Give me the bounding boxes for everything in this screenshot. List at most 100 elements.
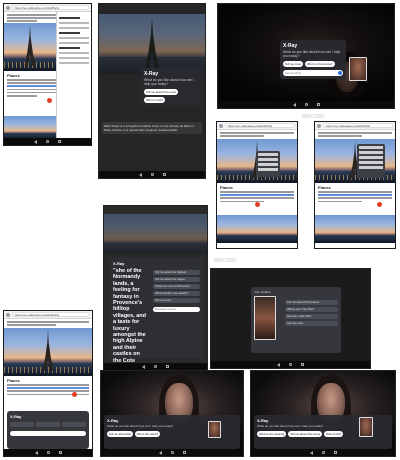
product-thumbnail[interactable]	[349, 57, 367, 81]
suggestion-chip[interactable]: Who's this actor?	[134, 431, 161, 437]
send-icon[interactable]	[338, 71, 342, 75]
screen-browser-menu-a: https://en.wikipedia.org/wiki/Paris Plac…	[216, 121, 298, 249]
xray-input[interactable]: Ask anything	[283, 70, 343, 76]
article-text	[7, 79, 57, 98]
back-nav-icon[interactable]	[277, 362, 280, 367]
xray-subtitle: What do you like about how can I help yo…	[144, 78, 194, 86]
suggestion-item[interactable]: Tell me more	[153, 298, 200, 303]
context-menu	[357, 144, 385, 178]
xray-panel: Your clothes Tell me about this product …	[251, 287, 341, 353]
home-nav-icon[interactable]	[46, 140, 49, 143]
product-thumbnail[interactable]	[208, 421, 221, 438]
article-text	[220, 132, 294, 138]
record-button[interactable]	[377, 202, 382, 207]
suggestion-chip[interactable]: Tell me about this	[107, 431, 133, 437]
recents-nav-icon[interactable]	[301, 363, 304, 366]
back-nav-icon[interactable]	[309, 450, 313, 455]
eiffel-tower-image	[4, 23, 57, 71]
back-nav-icon[interactable]	[34, 450, 38, 455]
suggestion-chip[interactable]: Who's in this scene?	[305, 61, 335, 67]
eiffel-tower-image	[99, 14, 205, 74]
back-nav-icon[interactable]	[292, 102, 296, 107]
recents-nav-icon[interactable]	[316, 103, 320, 106]
suggestion-chip[interactable]: Who is this?	[324, 431, 344, 437]
xray-panel: X-Ray "she of the Normandy lands, a feel…	[110, 258, 203, 370]
screen-xray-tablet: X-Ray What do you like about how can I h…	[98, 3, 206, 179]
url-bar[interactable]: https://en.wikipedia.org/wiki/Paris	[225, 123, 295, 128]
xray-input[interactable]	[10, 431, 86, 436]
back-nav-icon[interactable]	[138, 172, 142, 177]
back-icon[interactable]	[317, 123, 321, 128]
recents-nav-icon[interactable]	[162, 173, 166, 176]
product-thumbnail[interactable]	[359, 417, 373, 437]
recents-nav-icon[interactable]	[333, 451, 337, 454]
suggestion-chip[interactable]: What is she wearing	[257, 431, 287, 437]
url-bar[interactable]: https://en.wikipedia.org/wiki/Paris	[12, 312, 90, 317]
quote-text: "she of the Normandy lands, a feeling fo…	[113, 268, 147, 370]
home-nav-icon[interactable]	[46, 451, 50, 454]
xray-subtitle: What do you like about how can I help yo…	[283, 50, 341, 58]
suggestion-chip[interactable]: Tell me more	[283, 61, 304, 67]
back-nav-icon[interactable]	[142, 364, 145, 369]
back-icon[interactable]	[219, 123, 223, 128]
record-button[interactable]	[47, 98, 52, 103]
xray-panel: X-Ray What do you like about how can I h…	[141, 68, 203, 106]
suggestion-item[interactable]: Show me more of Provence	[153, 284, 200, 289]
suggestion-item[interactable]: Tell me about the region	[153, 277, 200, 282]
suggestion-item[interactable]: Where can I buy this?	[285, 307, 338, 312]
recents-nav-icon[interactable]	[166, 365, 169, 368]
system-navbar	[251, 449, 395, 456]
screen-movie-bottom-xray-a: X-Ray What do you like about how can I h…	[100, 370, 244, 457]
home-nav-icon[interactable]	[170, 451, 174, 454]
suggestion-item[interactable]: Tell me about the highest	[153, 270, 200, 275]
system-navbar	[101, 449, 243, 456]
home-nav-icon[interactable]	[150, 173, 154, 176]
suggestion-item[interactable]: Tell me more	[285, 321, 338, 326]
home-nav-icon[interactable]	[289, 363, 292, 366]
system-navbar	[218, 101, 394, 108]
screen-browser-sidepanel: https://en.wikipedia.org/wiki/Paris Plac…	[3, 3, 92, 146]
caption-text: Eiffel Tower is a wrought-iron lattice t…	[102, 122, 202, 134]
url-bar[interactable]: https://en.wikipedia.org/wiki/Paris	[12, 5, 89, 10]
back-icon[interactable]	[6, 5, 10, 10]
section-heading: Places	[7, 378, 20, 383]
context-menu	[256, 151, 280, 177]
article-text	[7, 321, 89, 327]
recents-nav-icon[interactable]	[58, 451, 62, 454]
record-button[interactable]	[72, 392, 77, 397]
screen-movie-bottom-xray-b: X-Ray What do you like about how can I h…	[250, 370, 396, 457]
xray-panel: X-Ray	[7, 411, 89, 449]
record-button[interactable]	[255, 202, 260, 207]
section-heading: Places	[220, 185, 233, 190]
xray-title: X-Ray	[10, 414, 22, 419]
recents-nav-icon[interactable]	[182, 451, 186, 454]
section-heading: Places	[318, 185, 331, 190]
panel-title: Your clothes	[254, 290, 271, 294]
xray-input[interactable]: Message Gemini	[153, 307, 200, 312]
suggestion-item[interactable]: How do I style this?	[285, 314, 338, 319]
suggestion-chip[interactable]: Tell me about this movie	[144, 89, 179, 95]
back-icon[interactable]	[6, 312, 10, 317]
xray-title: X-Ray	[283, 43, 298, 49]
back-nav-icon[interactable]	[158, 450, 162, 455]
side-panel	[56, 12, 91, 138]
screen-xray-movie-wide: X-Ray What do you like about how can I h…	[217, 3, 395, 109]
system-navbar	[99, 171, 205, 178]
home-nav-icon[interactable]	[154, 365, 157, 368]
suggestion-chip[interactable]: Tell me about this scene	[288, 431, 323, 437]
screen-browser-bottom-xray: https://en.wikipedia.org/wiki/Paris Plac…	[3, 310, 93, 457]
suggestion-item[interactable]: Tell me about this product	[285, 300, 338, 305]
suggestion-item[interactable]: What should I see nearby?	[153, 291, 200, 296]
browser-toolbar: https://en.wikipedia.org/wiki/Paris	[4, 311, 92, 319]
back-nav-icon[interactable]	[34, 139, 37, 144]
url-bar[interactable]: https://en.wikipedia.org/wiki/Paris	[323, 123, 393, 128]
eiffel-tower-image	[4, 328, 92, 376]
suggestion-chip[interactable]: Who's in this?	[144, 97, 166, 103]
home-nav-icon[interactable]	[321, 451, 325, 454]
home-nav-icon[interactable]	[304, 103, 308, 106]
recents-nav-icon[interactable]	[58, 140, 61, 143]
screen-product-lookup: Your clothes Tell me about this product …	[210, 268, 371, 369]
system-navbar	[104, 363, 207, 370]
product-image[interactable]	[254, 296, 276, 340]
xray-title: X-Ray	[113, 261, 125, 266]
